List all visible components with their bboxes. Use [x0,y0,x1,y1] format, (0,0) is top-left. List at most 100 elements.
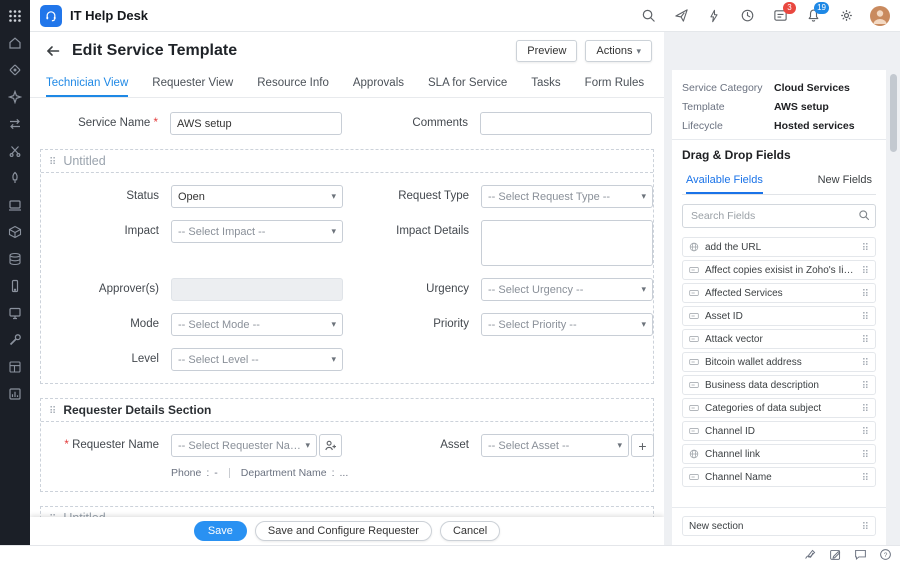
notifications-badge: 19 [814,2,829,14]
mobile-icon[interactable] [7,278,23,294]
tab-available-fields[interactable]: Available Fields [686,170,763,194]
add-asset-icon[interactable] [631,434,654,457]
text-field-icon [689,472,699,482]
tab-requester-view[interactable]: Requester View [152,70,233,97]
assets-icon[interactable] [7,197,23,213]
solutions-icon[interactable] [7,89,23,105]
field-item[interactable]: Attack vector [682,329,876,349]
impact-select[interactable]: -- Select Impact -- [171,220,343,243]
drag-handle-icon[interactable] [49,154,56,168]
signature-icon[interactable] [804,548,817,561]
tab-form-rules[interactable]: Form Rules [585,70,644,97]
impact-details-textarea[interactable] [481,220,653,266]
drag-handle-icon[interactable] [862,286,869,300]
tab-sla-for-service[interactable]: SLA for Service [428,70,507,97]
tab-approvals[interactable]: Approvals [353,70,404,97]
drag-handle-icon[interactable] [862,240,869,254]
drag-handle-icon[interactable] [862,424,869,438]
drag-handle-icon[interactable] [862,401,869,415]
fields-tabs: Available Fields New Fields [682,170,876,195]
helpdesk-logo-icon[interactable] [40,5,62,27]
tab-resource-info[interactable]: Resource Info [257,70,329,97]
user-avatar[interactable] [870,6,890,26]
save-button[interactable]: Save [194,521,247,541]
search-icon[interactable] [639,7,657,25]
analytics-icon[interactable] [7,386,23,402]
flash-icon[interactable] [705,7,723,25]
tab-new-fields[interactable]: New Fields [818,170,872,194]
page-title: Edit Service Template [72,42,508,60]
actions-button[interactable]: Actions [585,40,652,62]
level-select[interactable]: -- Select Level -- [171,348,343,371]
drag-handle-icon[interactable] [862,519,869,533]
drag-handle-icon[interactable] [862,309,869,323]
drag-handle-icon[interactable] [862,378,869,392]
requester-name-select[interactable]: -- Select Requester Name -- [171,434,317,457]
settings-gear-icon[interactable] [837,7,855,25]
request-type-select[interactable]: -- Select Request Type -- [481,185,653,208]
chat-icon[interactable] [854,548,867,561]
asset-label: Asset [351,434,481,451]
urgency-select[interactable]: -- Select Urgency -- [481,278,653,301]
drag-handle-icon[interactable] [862,447,869,461]
text-field-icon [689,288,699,298]
whats-new-icon[interactable]: 3 [771,7,789,25]
history-icon[interactable] [738,7,756,25]
form-action-bar: Save Save and Configure Requester Cancel [30,517,664,545]
changes-icon[interactable] [7,116,23,132]
field-item[interactable]: Categories of data subject [682,398,876,418]
cmdb-icon[interactable] [7,251,23,267]
help-icon[interactable]: ? [879,548,892,561]
drag-handle-icon[interactable] [49,403,56,417]
notifications-bell-icon[interactable]: 19 [804,7,822,25]
text-field-icon [689,403,699,413]
priority-select[interactable]: -- Select Priority -- [481,313,653,336]
service-name-input[interactable] [170,112,342,135]
preview-button[interactable]: Preview [516,40,577,62]
inventory-icon[interactable] [7,224,23,240]
status-select[interactable]: Open [171,185,343,208]
field-item[interactable]: Affected Services [682,283,876,303]
field-item[interactable]: add the URL [682,237,876,257]
cancel-button[interactable]: Cancel [440,521,500,541]
section-title: Untitled [63,154,105,168]
requests-icon[interactable] [7,62,23,78]
add-requester-icon[interactable] [319,434,342,457]
drag-handle-icon[interactable] [862,470,869,484]
field-item[interactable]: Bitcoin wallet address [682,352,876,372]
svg-text:?: ? [884,552,888,559]
tab-tasks[interactable]: Tasks [531,70,560,97]
field-item[interactable]: Channel ID [682,421,876,441]
globe-icon [689,449,699,459]
tools-icon[interactable] [7,332,23,348]
drag-handle-icon[interactable] [862,263,869,277]
field-item[interactable]: Business data description [682,375,876,395]
tab-technician-view[interactable]: Technician View [46,70,128,97]
releases-icon[interactable] [7,143,23,159]
mode-select[interactable]: -- Select Mode -- [171,313,343,336]
reports-icon[interactable] [7,359,23,375]
new-section-item[interactable]: New section [682,516,876,536]
drag-handle-icon[interactable] [862,355,869,369]
field-item[interactable]: Channel link [682,444,876,464]
back-arrow-icon[interactable] [42,40,64,62]
section-title: Requester Details Section [63,403,211,417]
home-icon[interactable] [7,35,23,51]
field-item[interactable]: Asset ID [682,306,876,326]
available-fields-list: add the URL Affect copies exisist in Zoh… [682,237,876,487]
field-item[interactable]: Affect copies exisist in Zoho's Iinfr... [682,260,876,280]
remote-icon[interactable] [7,305,23,321]
projects-icon[interactable] [7,170,23,186]
app-title: IT Help Desk [70,8,148,23]
vertical-scrollbar[interactable] [890,74,897,152]
status-label: Status [41,185,171,202]
asset-select[interactable]: -- Select Asset -- [481,434,629,457]
search-fields-input[interactable] [682,204,876,228]
announcement-icon[interactable] [672,7,690,25]
save-and-configure-button[interactable]: Save and Configure Requester [255,521,432,541]
field-item[interactable]: Channel Name [682,467,876,487]
comments-input[interactable] [480,112,652,135]
apps-grid-icon[interactable] [7,8,23,24]
compose-icon[interactable] [829,548,842,561]
drag-handle-icon[interactable] [862,332,869,346]
